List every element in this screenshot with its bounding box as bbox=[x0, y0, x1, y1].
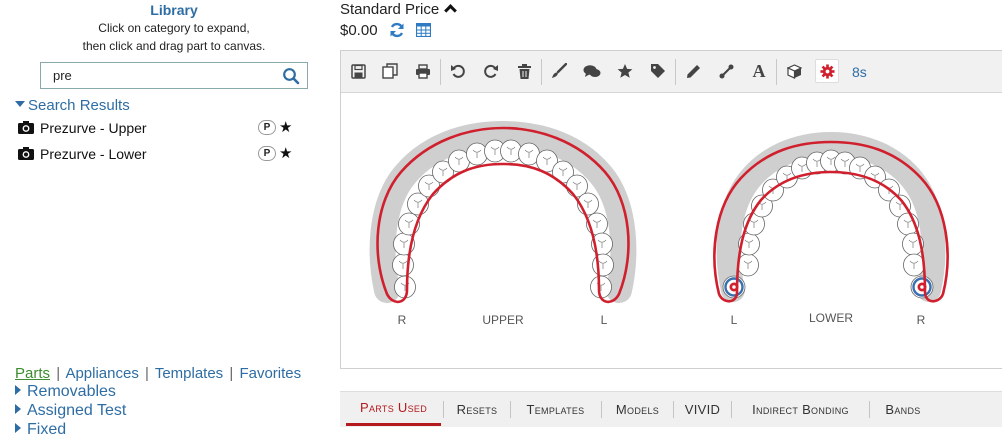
save-icon[interactable] bbox=[347, 60, 369, 82]
price-label: Standard Price bbox=[340, 1, 440, 18]
star-icon[interactable] bbox=[614, 60, 636, 82]
library-section-links: Parts | Appliances | Templates | Favorit… bbox=[15, 365, 301, 382]
table-icon[interactable] bbox=[416, 23, 431, 37]
link-separator: | bbox=[145, 365, 149, 382]
result-label: Prezurve - Upper bbox=[40, 120, 147, 136]
tab-resets[interactable]: Resets bbox=[446, 392, 508, 426]
link-favorites[interactable]: Favorites bbox=[239, 365, 301, 382]
caret-right-icon bbox=[15, 423, 21, 433]
molar-band-left[interactable] bbox=[722, 275, 746, 299]
upper-left-side-label: L bbox=[601, 313, 608, 327]
molar-band-right[interactable] bbox=[910, 275, 934, 299]
lower-right-side-label: R bbox=[917, 313, 926, 327]
category-assigned-test[interactable]: Assigned Test bbox=[15, 402, 126, 420]
pencil-icon[interactable] bbox=[682, 60, 704, 82]
search-result-item[interactable]: Prezurve - Upper P ★ bbox=[18, 119, 298, 137]
price-toggle[interactable]: Standard Price bbox=[340, 1, 458, 18]
link-parts[interactable]: Parts bbox=[15, 365, 50, 382]
library-search-input[interactable] bbox=[41, 63, 276, 88]
link-separator: | bbox=[56, 365, 61, 382]
lower-arch-label: LOWER bbox=[809, 311, 853, 325]
search-icon[interactable] bbox=[282, 67, 300, 85]
favorite-star-icon[interactable]: ★ bbox=[279, 144, 292, 162]
tab-vivid[interactable]: VIVID bbox=[676, 392, 729, 426]
tab-templates[interactable]: Templates bbox=[513, 392, 598, 426]
tab-parts-used[interactable]: Parts Used bbox=[346, 392, 441, 426]
tab-bands[interactable]: Bands bbox=[872, 392, 934, 426]
library-search-box bbox=[40, 62, 308, 89]
premium-badge: P bbox=[258, 146, 276, 161]
lower-arch[interactable]: L LOWER R bbox=[713, 131, 949, 327]
link-templates[interactable]: Templates bbox=[155, 365, 223, 382]
search-result-item[interactable]: Prezurve - Lower P ★ bbox=[18, 145, 298, 163]
tab-models[interactable]: Models bbox=[604, 392, 671, 426]
caret-right-icon bbox=[15, 385, 21, 395]
comment-icon[interactable] bbox=[581, 60, 603, 82]
tag-icon[interactable] bbox=[647, 60, 669, 82]
library-sidebar: Library Click on category to expand, the… bbox=[0, 0, 330, 437]
connector-icon[interactable] bbox=[715, 60, 737, 82]
canvas-toolbar: A 8s bbox=[341, 51, 1002, 93]
search-results-label: Search Results bbox=[28, 97, 130, 114]
premium-badge: P bbox=[258, 120, 276, 135]
library-title: Library bbox=[150, 2, 198, 18]
favorite-star-icon[interactable]: ★ bbox=[279, 118, 292, 136]
refresh-icon[interactable] bbox=[389, 22, 405, 38]
redo-icon[interactable] bbox=[480, 60, 502, 82]
chevron-up-icon bbox=[444, 4, 458, 17]
upper-arch-label: UPPER bbox=[482, 313, 524, 327]
lower-left-side-label: L bbox=[731, 313, 738, 327]
print-icon[interactable] bbox=[412, 60, 434, 82]
caret-down-icon bbox=[15, 101, 25, 107]
price-value: $0.00 bbox=[340, 22, 378, 39]
brush-icon[interactable] bbox=[548, 60, 570, 82]
camera-icon[interactable] bbox=[18, 120, 34, 134]
link-appliances[interactable]: Appliances bbox=[65, 365, 138, 382]
upper-arch[interactable]: R UPPER L bbox=[369, 120, 637, 327]
timer-label: 8s bbox=[852, 64, 867, 80]
upper-right-side-label: R bbox=[398, 313, 407, 327]
design-canvas-panel: A 8s R UPPER L L LOWER R bbox=[340, 50, 1002, 369]
text-icon[interactable]: A bbox=[748, 60, 770, 82]
link-separator: | bbox=[229, 365, 234, 382]
category-label: Removables bbox=[27, 383, 116, 400]
search-results-toggle[interactable]: Search Results bbox=[15, 97, 130, 114]
undo-icon[interactable] bbox=[447, 60, 469, 82]
caret-right-icon bbox=[15, 404, 21, 414]
category-fixed[interactable]: Fixed bbox=[15, 421, 66, 437]
category-label: Assigned Test bbox=[27, 402, 127, 419]
category-removables[interactable]: Removables bbox=[15, 383, 116, 401]
result-label: Prezurve - Lower bbox=[40, 146, 147, 162]
trash-icon[interactable] bbox=[513, 60, 535, 82]
library-instruction-line1: Click on category to expand, bbox=[98, 21, 250, 35]
cube-icon[interactable] bbox=[783, 60, 805, 82]
gear-icon[interactable] bbox=[815, 59, 839, 83]
bottom-tab-bar: Parts Used Resets Templates Models VIVID… bbox=[340, 391, 1002, 427]
arch-diagram[interactable]: R UPPER L L LOWER R bbox=[341, 94, 1002, 368]
camera-icon[interactable] bbox=[18, 146, 34, 160]
library-instruction-line2: then click and drag part to canvas. bbox=[82, 39, 266, 53]
copy-icon[interactable] bbox=[379, 60, 401, 82]
tab-indirect-bonding[interactable]: Indirect Bonding bbox=[734, 392, 867, 426]
category-label: Fixed bbox=[27, 421, 67, 437]
